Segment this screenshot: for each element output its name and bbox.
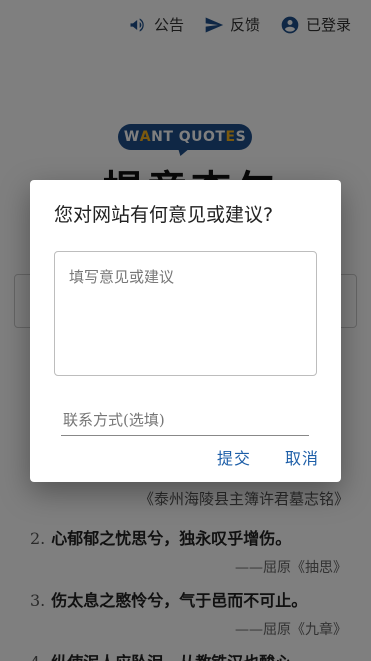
cancel-button[interactable]: 取消 (285, 445, 319, 469)
dialog-title: 您对网站有何意见或建议? (54, 204, 274, 226)
feedback-textarea[interactable] (54, 251, 317, 376)
feedback-dialog: 您对网站有何意见或建议? 提交 取消 (30, 180, 341, 482)
contact-field[interactable] (61, 404, 309, 436)
dialog-actions: 提交 取消 (217, 445, 319, 469)
submit-button[interactable]: 提交 (217, 445, 251, 469)
